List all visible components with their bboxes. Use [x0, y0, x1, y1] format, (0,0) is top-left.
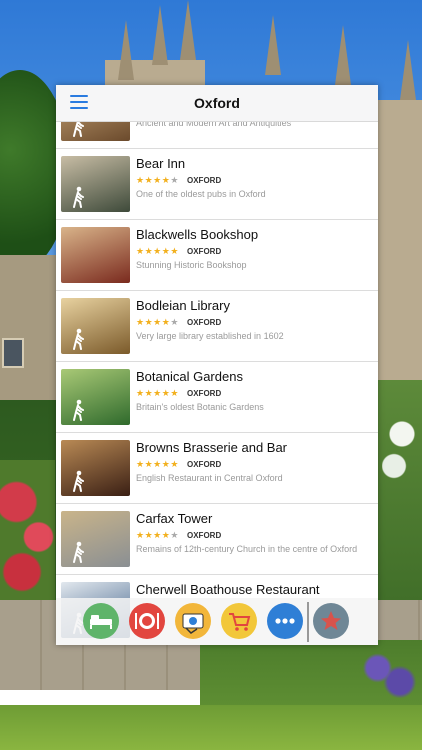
spire — [180, 0, 196, 60]
star-filled-icon: ★ — [144, 175, 154, 185]
lawn — [0, 705, 422, 750]
star-filled-icon: ★ — [136, 175, 145, 185]
star-filled-icon: ★ — [144, 317, 154, 327]
place-description: Remains of 12th-century Church in the ce… — [136, 544, 358, 554]
place-thumbnail — [61, 440, 130, 496]
place-description: Britain's oldest Botanic Gardens — [136, 402, 264, 412]
star-empty-icon: ★ — [170, 530, 179, 540]
walking-icon — [73, 541, 84, 563]
toolbar-divider — [307, 602, 309, 642]
walking-icon — [73, 186, 84, 208]
star-filled-icon: ★ — [136, 388, 145, 398]
star-filled-icon: ★ — [170, 246, 179, 256]
bed-button[interactable] — [83, 603, 119, 639]
star-filled-icon: ★ — [153, 388, 162, 398]
purple-flowers — [200, 640, 422, 710]
rating-stars: ★★★★★ — [136, 246, 179, 257]
more-icon — [275, 618, 295, 624]
restaurant-icon — [135, 613, 159, 629]
star-filled-icon: ★ — [153, 246, 162, 256]
spire — [400, 40, 416, 100]
rating-stars: ★★★★★ — [136, 317, 179, 328]
places-panel: Oxford Ancient and Modern Art and Antiqu… — [56, 85, 378, 645]
walking-icon — [73, 470, 84, 492]
place-description: Very large library established in 1602 — [136, 331, 284, 341]
favorites-star-icon — [321, 611, 341, 630]
college-building-right — [378, 100, 422, 380]
list-item[interactable]: Botanical Gardens ★★★★★ OXFORD Britain's… — [56, 362, 378, 433]
place-thumbnail — [61, 227, 130, 283]
star-filled-icon: ★ — [153, 175, 162, 185]
list-item[interactable]: Blackwells Bookshop ★★★★★ OXFORD Stunnin… — [56, 220, 378, 291]
star-filled-icon: ★ — [136, 317, 145, 327]
star-filled-icon: ★ — [170, 459, 179, 469]
place-description: English Restaurant in Central Oxford — [136, 473, 283, 483]
place-thumbnail — [61, 156, 130, 212]
star-empty-icon: ★ — [170, 317, 179, 327]
restaurant-button[interactable] — [129, 603, 165, 639]
list-item[interactable]: Browns Brasserie and Bar ★★★★★ OXFORD En… — [56, 433, 378, 504]
window — [2, 338, 24, 368]
place-name: Bodleian Library — [136, 298, 230, 313]
place-thumbnail — [61, 369, 130, 425]
list-item[interactable]: Carfax Tower ★★★★★ OXFORD Remains of 12t… — [56, 504, 378, 575]
place-description: Stunning Historic Bookshop — [136, 260, 247, 270]
star-filled-icon: ★ — [136, 246, 145, 256]
more-button[interactable] — [267, 603, 303, 639]
list-item[interactable]: Bear Inn ★★★★★ OXFORD One of the oldest … — [56, 149, 378, 220]
place-thumbnail — [61, 298, 130, 354]
star-filled-icon: ★ — [144, 459, 154, 469]
navigation-bar: Oxford — [56, 85, 378, 122]
shopping-cart-button[interactable] — [221, 603, 257, 639]
star-filled-icon: ★ — [153, 317, 162, 327]
star-filled-icon: ★ — [136, 530, 145, 540]
walking-icon — [73, 399, 84, 421]
place-thumbnail — [61, 511, 130, 567]
place-description: One of the oldest pubs in Oxford — [136, 189, 266, 199]
place-city: OXFORD — [187, 318, 222, 327]
star-filled-icon: ★ — [144, 530, 154, 540]
rating-stars: ★★★★★ — [136, 459, 179, 470]
place-name: Carfax Tower — [136, 511, 213, 526]
star-filled-icon: ★ — [144, 388, 154, 398]
list-item[interactable]: Bodleian Library ★★★★★ OXFORD Very large… — [56, 291, 378, 362]
sightseeing-icon — [182, 613, 204, 634]
sightseeing-button[interactable] — [175, 603, 211, 639]
spire — [335, 25, 351, 85]
place-city: OXFORD — [187, 389, 222, 398]
place-name: Browns Brasserie and Bar — [136, 440, 288, 455]
place-city: OXFORD — [187, 176, 222, 185]
place-city: OXFORD — [187, 531, 222, 540]
places-list[interactable]: Ancient and Modern Art and Antiquities B… — [56, 85, 378, 645]
place-name: Cherwell Boathouse Restaurant — [136, 582, 320, 597]
place-city: OXFORD — [187, 460, 222, 469]
rating-stars: ★★★★★ — [136, 175, 179, 186]
white-flowers — [382, 410, 422, 490]
walking-icon — [73, 328, 84, 350]
star-filled-icon: ★ — [170, 388, 179, 398]
favorites-star-button[interactable] — [313, 603, 349, 639]
spire — [152, 5, 168, 65]
spire — [118, 20, 134, 80]
star-empty-icon: ★ — [170, 175, 179, 185]
shopping-cart-icon — [229, 613, 251, 631]
spire — [265, 15, 281, 75]
star-filled-icon: ★ — [153, 530, 162, 540]
rating-stars: ★★★★★ — [136, 388, 179, 399]
bed-icon — [90, 615, 112, 629]
page-title: Oxford — [194, 95, 240, 111]
place-name: Blackwells Bookshop — [136, 227, 259, 242]
star-filled-icon: ★ — [144, 246, 154, 256]
place-name: Botanical Gardens — [136, 369, 243, 384]
place-name: Bear Inn — [136, 156, 186, 171]
star-filled-icon: ★ — [153, 459, 162, 469]
bottom-toolbar — [56, 598, 378, 645]
red-flowers — [0, 460, 55, 600]
place-city: OXFORD — [187, 247, 222, 256]
rating-stars: ★★★★★ — [136, 530, 179, 541]
star-filled-icon: ★ — [136, 459, 145, 469]
